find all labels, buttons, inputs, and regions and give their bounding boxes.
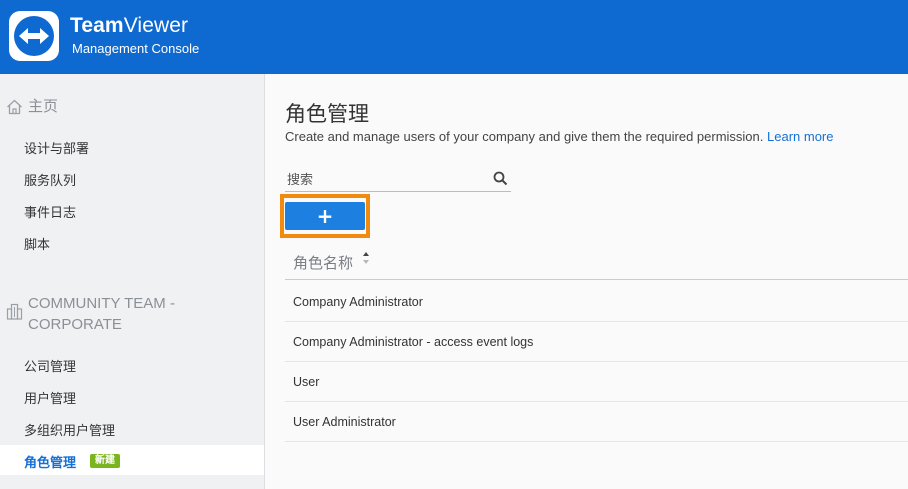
sidebar-home-label: 主页: [28, 98, 59, 115]
page-title: 角色管理: [285, 103, 369, 126]
page-description: Create and manage users of your company …: [285, 129, 834, 144]
sidebar-item-user-management[interactable]: 用户管理: [0, 381, 264, 411]
building-icon: [6, 303, 23, 320]
table-row[interactable]: User Administrator: [285, 402, 908, 442]
sidebar-item-label: 公司管理: [24, 359, 77, 374]
teamviewer-logo[interactable]: [9, 11, 59, 61]
sidebar-home[interactable]: 主页: [0, 96, 265, 118]
column-header-label: 角色名称: [293, 255, 354, 272]
sidebar-item-design-deploy[interactable]: 设计与部署: [0, 131, 264, 161]
search-input[interactable]: [285, 167, 485, 191]
brand-title: TeamViewer: [70, 14, 189, 37]
company-name-line2: CORPORATE: [28, 316, 122, 333]
sidebar-item-label: 脚本: [24, 237, 51, 252]
table-row[interactable]: Company Administrator: [285, 282, 908, 322]
table-row[interactable]: Company Administrator - access event log…: [285, 322, 908, 362]
new-badge: 新建: [90, 454, 120, 468]
role-name: User: [293, 375, 320, 389]
sidebar-item-multi-org-user-management[interactable]: 多组织用户管理: [0, 413, 264, 443]
sidebar-item-role-management[interactable]: 角色管理 新建: [0, 445, 264, 475]
table-row[interactable]: User: [285, 362, 908, 402]
column-header-role-name[interactable]: 角色名称: [285, 240, 908, 280]
sidebar-item-label: 用户管理: [24, 391, 77, 406]
teamviewer-logo-icon: [14, 16, 54, 56]
role-name: Company Administrator: [293, 295, 423, 309]
sidebar-item-label: 角色管理: [24, 455, 77, 470]
sidebar-item-label: 多组织用户管理: [24, 423, 116, 438]
learn-more-link[interactable]: Learn more: [767, 129, 833, 144]
sidebar-item-service-queue[interactable]: 服务队列: [0, 163, 264, 193]
main-content: 角色管理 Create and manage users of your com…: [265, 74, 908, 489]
sidebar-item-scripts[interactable]: 脚本: [0, 227, 264, 257]
sidebar-item-company-management[interactable]: 公司管理: [0, 349, 264, 379]
sidebar-item-label: 事件日志: [24, 205, 77, 220]
search-box: [285, 167, 511, 192]
sidebar-item-event-log[interactable]: 事件日志: [0, 195, 264, 225]
brand-subtitle: Management Console: [72, 41, 200, 56]
sidebar-company[interactable]: COMMUNITY TEAM - CORPORATE: [0, 293, 265, 337]
home-icon: [7, 99, 22, 115]
role-name: Company Administrator - access event log…: [293, 335, 534, 349]
sort-icon[interactable]: [362, 251, 370, 265]
sidebar: 主页 设计与部署 服务队列 事件日志 脚本 COMMUNITY TEAM - C…: [0, 74, 265, 489]
app-header: TeamViewer Management Console: [0, 0, 908, 74]
add-role-button[interactable]: +: [285, 202, 365, 230]
sidebar-item-label: 设计与部署: [24, 141, 90, 156]
company-name-line1: COMMUNITY TEAM -: [28, 295, 175, 312]
sidebar-item-label: 服务队列: [24, 173, 77, 188]
search-icon[interactable]: [493, 171, 508, 186]
role-name: User Administrator: [293, 415, 396, 429]
